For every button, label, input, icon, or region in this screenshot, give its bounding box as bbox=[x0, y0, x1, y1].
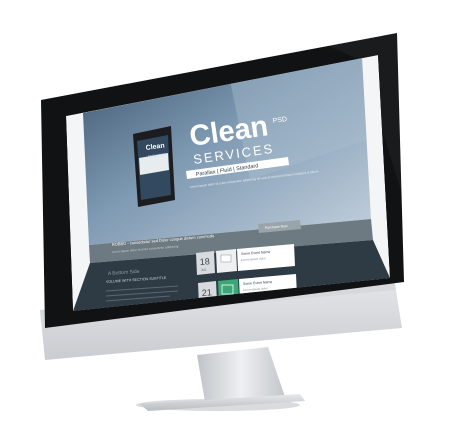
event-month: JUL bbox=[201, 268, 207, 272]
stage: Clean SERVICES Clean PSD SERVICES Parall… bbox=[0, 0, 450, 443]
event-image-icon bbox=[220, 254, 232, 263]
stand-neck bbox=[197, 347, 285, 402]
imac-mockup: Clean SERVICES Clean PSD SERVICES Parall… bbox=[40, 33, 404, 411]
event-day: 21 bbox=[201, 287, 212, 298]
phone-mockup: Clean SERVICES bbox=[133, 126, 175, 207]
event-day: 18 bbox=[199, 256, 210, 267]
